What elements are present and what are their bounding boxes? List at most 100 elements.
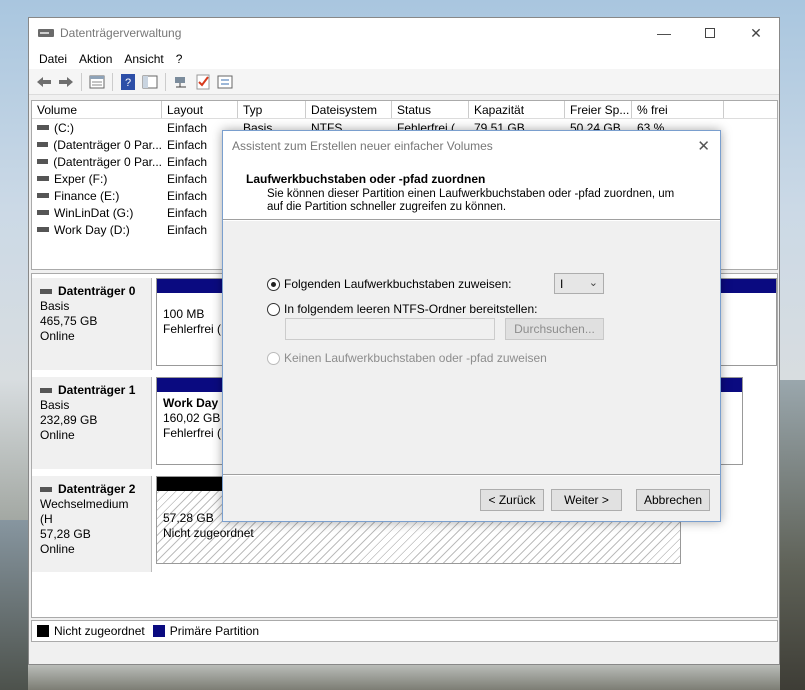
desktop-background [780, 380, 805, 690]
column-header-status[interactable]: Status [392, 101, 469, 118]
menu-help[interactable]: ? [170, 52, 189, 66]
cell-volume: (Datenträger 0 Par... [32, 155, 162, 169]
radio-button-disabled[interactable] [267, 351, 280, 365]
volume-name: (C:) [54, 120, 74, 135]
close-icon: ✕ [750, 24, 762, 41]
radio-assign-letter[interactable]: Folgenden Laufwerkbuchstaben zuweisen: [267, 277, 511, 291]
toolbar-separator [165, 72, 166, 91]
connect-icon [175, 76, 186, 87]
wizard-close-button[interactable]: ✕ [697, 137, 710, 155]
back-button[interactable]: < Zurück [480, 489, 544, 511]
menu-ansicht[interactable]: Ansicht [118, 52, 169, 66]
wizard-title: Assistent zum Erstellen neuer einfacher … [232, 139, 493, 153]
partition-status: Fehlerfrei (E [163, 426, 225, 440]
disk-state: Online [40, 428, 75, 442]
legend-primary-label: Primäre Partition [169, 624, 260, 638]
console-button[interactable] [139, 72, 161, 92]
disk-icon [40, 289, 52, 294]
toolbar: ? [29, 69, 779, 95]
volume-icon [37, 159, 49, 164]
menu-aktion[interactable]: Aktion [73, 52, 118, 66]
toolbar-separator [112, 72, 113, 91]
close-icon: ✕ [697, 138, 710, 155]
list-button[interactable] [214, 72, 236, 92]
drive-letter-select[interactable]: I ⌄ [554, 273, 604, 294]
partition-block[interactable]: 100 MB Fehlerfrei (E [156, 278, 226, 366]
partition-size: 100 MB [163, 307, 205, 321]
radio-mount-folder-label: In folgendem leeren NTFS-Ordner bereitst… [284, 302, 538, 316]
wizard-heading: Laufwerkbuchstaben oder -pfad zuordnen [246, 172, 486, 186]
legend-unallocated-swatch [37, 625, 49, 637]
menu-datei[interactable]: Datei [33, 52, 73, 66]
radio-button-checked[interactable] [267, 277, 280, 291]
disk-state: Online [40, 542, 75, 556]
disk-label[interactable]: Datenträger 0 Basis 465,75 GB Online [32, 278, 152, 370]
column-header-layout[interactable]: Layout [162, 101, 238, 118]
volume-name: Finance (E:) [54, 188, 120, 203]
console-icon [142, 75, 158, 88]
volume-list-header: Volume Layout Typ Dateisystem Status Kap… [32, 101, 777, 119]
cell-volume: (Datenträger 0 Par... [32, 138, 162, 152]
next-button[interactable]: Weiter > [551, 489, 622, 511]
disk-size: 465,75 GB [40, 314, 98, 328]
browse-button[interactable]: Durchsuchen... [505, 318, 604, 340]
disk-size: 232,89 GB [40, 413, 98, 427]
volume-name: (Datenträger 0 Par... [53, 154, 162, 169]
radio-no-letter-label: Keinen Laufwerkbuchstaben oder -pfad zuw… [284, 351, 547, 365]
forward-arrow-icon [59, 76, 73, 87]
disk-label[interactable]: Datenträger 1 Basis 232,89 GB Online [32, 377, 152, 469]
folder-path-field[interactable] [285, 318, 495, 340]
disk-label[interactable]: Datenträger 2 Wechselmedium (H 57,28 GB … [32, 476, 152, 572]
disk-name: Datenträger 0 [58, 284, 136, 298]
cell-volume: (C:) [32, 121, 162, 135]
disk-state: Online [40, 329, 75, 343]
properties-button[interactable] [86, 72, 108, 92]
disk-size: 57,28 GB [40, 527, 91, 541]
volume-name: (Datenträger 0 Par... [53, 137, 162, 152]
radio-no-letter[interactable]: Keinen Laufwerkbuchstaben oder -pfad zuw… [267, 351, 547, 365]
volume-name: WinLinDat (G:) [54, 205, 134, 220]
disk-name: Datenträger 2 [58, 482, 136, 496]
check-icon [196, 74, 210, 89]
partition-block[interactable]: Work Day 160,02 GB N Fehlerfrei (E [156, 377, 226, 465]
forward-button[interactable] [55, 72, 77, 92]
wizard-subtitle-line2: auf die Partition schneller zugreifen zu… [267, 201, 507, 213]
desktop-background-left [0, 520, 28, 690]
new-simple-volume-wizard: Assistent zum Erstellen neuer einfacher … [222, 130, 721, 522]
disk-icon [40, 388, 52, 393]
volume-icon [37, 227, 49, 232]
radio-mount-folder[interactable]: In folgendem leeren NTFS-Ordner bereitst… [267, 302, 537, 316]
minimize-button[interactable]: — [641, 18, 687, 48]
properties-icon [89, 75, 105, 88]
maximize-icon [705, 28, 715, 38]
disk-type: Basis [40, 398, 70, 412]
column-header-dateisystem[interactable]: Dateisystem [306, 101, 392, 118]
column-header-kapazitaet[interactable]: Kapazität [469, 101, 565, 118]
partition-status: Fehlerfrei (E [163, 322, 225, 336]
column-header-typ[interactable]: Typ [238, 101, 306, 118]
back-button[interactable] [33, 72, 55, 92]
minimize-icon: — [657, 25, 671, 41]
maximize-button[interactable] [687, 18, 733, 48]
toolbar-separator [81, 72, 82, 91]
svg-text:?: ? [125, 77, 131, 89]
radio-button[interactable] [267, 302, 280, 316]
connect-button[interactable] [170, 72, 192, 92]
legend-bar: Nicht zugeordnet Primäre Partition [31, 620, 778, 642]
cell-volume: WinLinDat (G:) [32, 206, 162, 220]
help-button[interactable]: ? [117, 72, 139, 92]
column-header-volume[interactable]: Volume [32, 101, 162, 118]
wizard-footer-separator [223, 474, 720, 476]
column-header-freier-speicher[interactable]: Freier Sp... [565, 101, 632, 118]
help-icon: ? [121, 73, 135, 90]
close-button[interactable]: ✕ [733, 18, 779, 48]
cell-volume: Work Day (D:) [32, 223, 162, 237]
column-header-prozent-frei[interactable]: % frei [632, 101, 724, 118]
menu-bar: Datei Aktion Ansicht ? [29, 48, 779, 69]
wizard-title-bar: Assistent zum Erstellen neuer einfacher … [223, 131, 720, 161]
partition-title: Work Day [163, 396, 219, 410]
cancel-button[interactable]: Abbrechen [636, 489, 710, 511]
check-button[interactable] [192, 72, 214, 92]
disk-name: Datenträger 1 [58, 383, 136, 397]
disk-icon [40, 487, 52, 492]
